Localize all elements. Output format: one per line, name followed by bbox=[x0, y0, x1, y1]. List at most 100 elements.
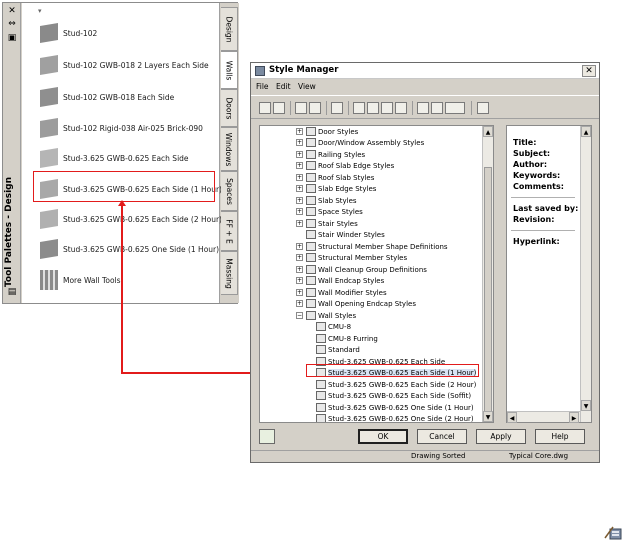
tree-node[interactable]: + Space Styles bbox=[296, 206, 363, 217]
tree-node[interactable]: + Slab Edge Styles bbox=[296, 183, 376, 194]
paste-icon[interactable] bbox=[309, 102, 321, 114]
wall-cleanup-icon bbox=[306, 265, 316, 274]
tree-node[interactable]: Stud-3.625 GWB-0.625 Each Side (2 Hour) bbox=[316, 379, 476, 390]
collapse-icon[interactable]: − bbox=[296, 312, 303, 319]
tree-node[interactable]: + Structural Member Shape Definitions bbox=[296, 241, 448, 252]
tree-node[interactable]: + Wall Modifier Styles bbox=[296, 287, 387, 298]
wall-style-icon bbox=[316, 322, 326, 331]
close-button[interactable]: ✕ bbox=[582, 65, 596, 77]
wall-tool-item[interactable]: Stud-102 GWB-018 2 Layers Each Side bbox=[22, 50, 220, 80]
tab-massing[interactable]: Massing bbox=[221, 251, 238, 295]
scroll-down-icon[interactable]: ▼ bbox=[483, 411, 493, 422]
tree-node[interactable]: + Structural Member Styles bbox=[296, 252, 407, 263]
scroll-up-icon[interactable]: ▾ bbox=[38, 7, 42, 15]
tree-node[interactable]: + Slab Styles bbox=[296, 195, 357, 206]
more-wall-tools-label: More Wall Tools bbox=[63, 275, 121, 285]
tree-node[interactable]: + Railing Styles bbox=[296, 149, 365, 160]
expand-icon[interactable]: + bbox=[296, 243, 303, 250]
style-manager-titlebar: Style Manager ✕ bbox=[251, 63, 599, 79]
tree-node[interactable]: + Wall Endcap Styles bbox=[296, 275, 384, 286]
expand-icon[interactable]: + bbox=[296, 128, 303, 135]
expand-icon[interactable]: + bbox=[296, 162, 303, 169]
apply-button[interactable]: Apply bbox=[476, 429, 526, 444]
tree-node[interactable]: Stair Winder Styles bbox=[306, 229, 385, 240]
tree-node[interactable]: + Roof Slab Styles bbox=[296, 172, 374, 183]
ok-button[interactable]: OK bbox=[358, 429, 408, 444]
edit-style-icon[interactable] bbox=[367, 102, 379, 114]
scroll-down-icon[interactable]: ▼ bbox=[581, 400, 591, 411]
expand-icon[interactable]: + bbox=[296, 208, 303, 215]
wall-tool-item[interactable]: Stud-102 GWB-018 Each Side bbox=[22, 82, 220, 112]
tab-walls[interactable]: Walls bbox=[221, 51, 238, 89]
tree-node[interactable]: Standard bbox=[316, 344, 360, 355]
tree-node[interactable]: CMU-8 bbox=[316, 321, 351, 332]
tree-node[interactable]: CMU-8 Furring bbox=[316, 333, 378, 344]
menu-edit[interactable]: Edit bbox=[276, 82, 291, 91]
palette-menu-icon[interactable]: ▤ bbox=[6, 287, 18, 297]
window-title: Style Manager bbox=[269, 65, 339, 75]
tree-node[interactable]: Stud-3.625 GWB-0.625 One Side (2 Hour) bbox=[316, 413, 474, 422]
wall-tool-item[interactable]: Stud-102 bbox=[22, 18, 220, 48]
tree-node[interactable]: + Door/Window Assembly Styles bbox=[296, 137, 424, 148]
purge-icon[interactable] bbox=[331, 102, 343, 114]
menu-file[interactable]: File bbox=[256, 82, 269, 91]
expand-icon[interactable]: + bbox=[296, 139, 303, 146]
tree-node[interactable]: + Stair Styles bbox=[296, 218, 358, 229]
toolbar-separator bbox=[471, 101, 472, 115]
tab-windows[interactable]: Windows bbox=[221, 127, 238, 171]
wall-tool-item[interactable]: Stud-3.625 GWB-0.625 Each Side bbox=[22, 143, 220, 173]
scroll-left-icon[interactable]: ◀ bbox=[507, 412, 517, 423]
expand-icon[interactable]: + bbox=[296, 254, 303, 261]
auto-hide-icon[interactable]: ⇔ bbox=[6, 19, 18, 29]
scroll-right-icon[interactable]: ▶ bbox=[569, 412, 579, 423]
expand-icon[interactable]: + bbox=[296, 266, 303, 273]
tool-palette-tabs: Design Walls Doors Windows Spaces FF + E… bbox=[221, 3, 239, 303]
cancel-button[interactable]: Cancel bbox=[417, 429, 467, 444]
close-icon[interactable]: ✕ bbox=[6, 6, 18, 16]
tree-node[interactable]: Stud-3.625 GWB-0.625 One Side (1 Hour) bbox=[316, 402, 474, 413]
expand-icon[interactable]: + bbox=[296, 220, 303, 227]
new-icon[interactable] bbox=[259, 102, 271, 114]
tool-palette-caption: Tool Palettes - Design bbox=[4, 176, 14, 288]
tab-ff-e[interactable]: FF + E bbox=[221, 211, 238, 251]
help-button[interactable]: Help bbox=[535, 429, 585, 444]
tab-doors[interactable]: Doors bbox=[221, 89, 238, 127]
tree-node[interactable]: + Door Styles bbox=[296, 126, 358, 137]
expand-icon[interactable]: + bbox=[296, 197, 303, 204]
open-icon[interactable] bbox=[273, 102, 285, 114]
view-options-dropdown-icon[interactable] bbox=[445, 102, 465, 114]
tree-node[interactable]: + Wall Cleanup Group Definitions bbox=[296, 264, 427, 275]
wall-tool-item[interactable]: Stud-102 Rigid-038 Air-025 Brick-090 bbox=[22, 113, 220, 143]
scroll-up-icon[interactable]: ▲ bbox=[483, 126, 493, 137]
toggle-view-icon[interactable] bbox=[417, 102, 429, 114]
set-from-icon[interactable] bbox=[381, 102, 393, 114]
menu-view[interactable]: View bbox=[298, 82, 316, 91]
wall-tool-label: Stud-102 GWB-018 2 Layers Each Side bbox=[63, 60, 209, 70]
properties-horizontal-scrollbar[interactable]: ◀ ▶ bbox=[507, 411, 580, 423]
tree-node[interactable]: + Roof Slab Edge Styles bbox=[296, 160, 394, 171]
expand-icon[interactable]: + bbox=[296, 277, 303, 284]
expand-icon[interactable]: + bbox=[296, 174, 303, 181]
expand-icon[interactable]: + bbox=[296, 289, 303, 296]
scroll-up-icon[interactable]: ▲ bbox=[581, 126, 591, 137]
tree-node-expanded[interactable]: − Wall Styles bbox=[296, 310, 356, 321]
tab-spaces[interactable]: Spaces bbox=[221, 171, 238, 211]
tree-node[interactable]: + Wall Opening Endcap Styles bbox=[296, 298, 416, 309]
tree-node[interactable]: Stud-3.625 GWB-0.625 Each Side (Soffit) bbox=[316, 390, 471, 401]
inline-edit-icon[interactable] bbox=[477, 102, 489, 114]
refresh-icon[interactable] bbox=[395, 102, 407, 114]
wall-swatch-icon bbox=[40, 23, 58, 43]
drawing-icon[interactable] bbox=[259, 429, 275, 444]
properties-vertical-scrollbar[interactable]: ▲ ▼ bbox=[580, 126, 591, 422]
filter-icon[interactable] bbox=[431, 102, 443, 114]
tab-design[interactable]: Design bbox=[221, 7, 238, 51]
callout-highlight-palette bbox=[33, 171, 215, 202]
expand-icon[interactable]: + bbox=[296, 300, 303, 307]
expand-icon[interactable]: + bbox=[296, 185, 303, 192]
scrollbar-thumb[interactable] bbox=[484, 167, 492, 417]
expand-icon[interactable]: + bbox=[296, 151, 303, 158]
new-style-icon[interactable] bbox=[353, 102, 365, 114]
tree-vertical-scrollbar[interactable]: ▲ ▼ bbox=[482, 126, 493, 422]
copy-icon[interactable] bbox=[295, 102, 307, 114]
properties-icon[interactable]: ▣ bbox=[6, 33, 18, 43]
